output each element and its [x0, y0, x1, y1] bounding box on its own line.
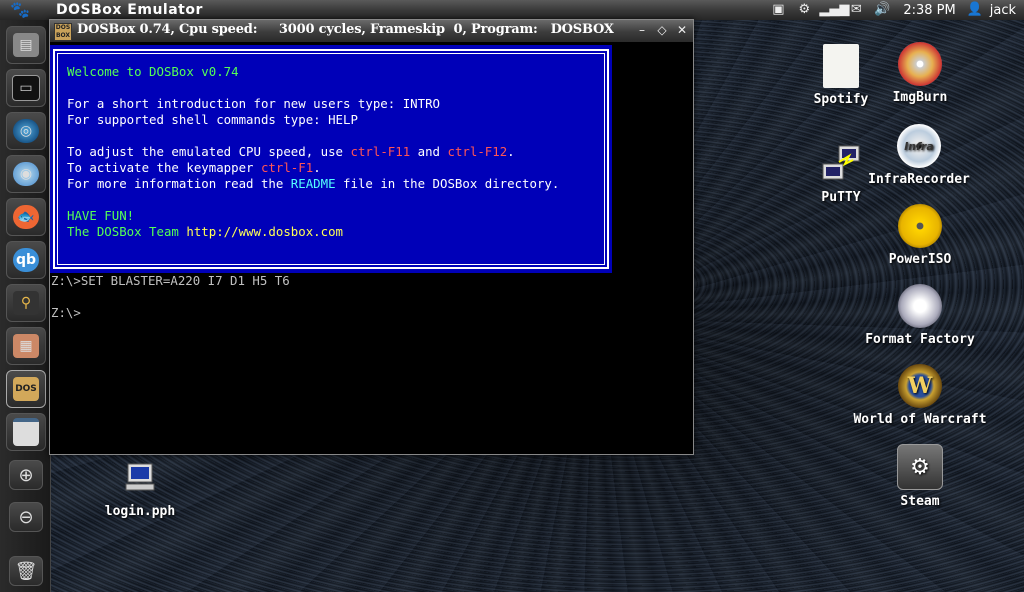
putty-computers-icon	[819, 142, 863, 186]
help-line: For supported shell commands type: HELP	[67, 112, 358, 127]
steam-desktop-icon[interactable]: ⚙ Steam	[880, 444, 960, 509]
files-launcher-icon[interactable]: ▤	[6, 26, 46, 64]
yellow-disc-icon	[898, 204, 942, 248]
window-launcher-icon[interactable]	[6, 413, 46, 451]
software-center-launcher-icon[interactable]: ▦	[6, 327, 46, 365]
trash-icon[interactable]: 🗑	[9, 556, 43, 586]
warcraft-logo-icon: W	[898, 364, 942, 408]
readme-line: For more information read the README fil…	[67, 176, 560, 191]
minimize-icon[interactable]: –	[635, 23, 649, 37]
computer-file-icon	[118, 456, 162, 500]
zoom-out-icon[interactable]: ⊖	[9, 502, 43, 532]
infrarecorder-desktop-icon[interactable]: Infra InfraRecorder	[862, 124, 976, 187]
console-command-line: Z:\>SET BLASTER=A220 I7 D1 H5 T6	[51, 273, 290, 288]
terminal-launcher-icon[interactable]: ▭	[6, 69, 46, 107]
launcher-bar: ▤ ▭ ◎ ◉ 🐟 qb ⚲ ▦ DOS ⊕ ⊖ 🗑	[0, 20, 51, 592]
volume-icon[interactable]: 🔊	[871, 2, 893, 18]
dosbox-app-icon: DOS BOX	[54, 23, 72, 41]
window-titlebar[interactable]: DOS BOX DOSBox 0.74, Cpu speed: 3000 cycl…	[50, 20, 693, 42]
login-pph-desktop-icon[interactable]: login.pph	[104, 456, 176, 519]
welcome-line: Welcome to DOSBox v0.74	[67, 64, 239, 79]
dos-console[interactable]: Welcome to DOSBox v0.74 For a short intr…	[50, 42, 693, 454]
keymapper-line: To activate the keymapper ctrl-F1.	[67, 160, 321, 175]
network-manager-icon[interactable]: ⚙	[793, 2, 815, 18]
fish-launcher-icon[interactable]: 🐟	[6, 198, 46, 236]
window-icon[interactable]: ▣	[767, 2, 789, 18]
imgburn-desktop-icon[interactable]: ImgBurn	[880, 42, 960, 105]
intro-line: For a short introduction for new users t…	[67, 96, 440, 111]
user-icon[interactable]: 👤	[964, 2, 986, 18]
user-name[interactable]: jack	[990, 3, 1016, 18]
welcome-box: Welcome to DOSBox v0.74 For a short intr…	[50, 45, 612, 273]
infra-disc-icon: Infra	[897, 124, 941, 168]
cpu-speed-line: To adjust the emulated CPU speed, use ct…	[67, 144, 515, 159]
disc-fire-icon	[898, 42, 942, 86]
poweriso-desktop-icon[interactable]: PowerISO	[880, 204, 960, 267]
dosbox-launcher-icon[interactable]: DOS	[6, 370, 46, 408]
top-panel: 🐾 DOSBox Emulator ▣ ⚙ ▂▄▆ ✉ 🔊 2:38 PM 👤 …	[0, 0, 1024, 20]
window-title: DOSBox 0.74, Cpu speed: 3000 cycles, Fra…	[77, 22, 614, 37]
active-app-title: DOSBox Emulator	[56, 2, 203, 18]
spotify-desktop-icon[interactable]: Spotify	[810, 44, 872, 107]
have-fun-line: HAVE FUN!	[67, 208, 135, 223]
binoculars-launcher-icon[interactable]: ⚲	[6, 284, 46, 322]
signal-strength-icon[interactable]: ▂▄▆	[819, 2, 849, 18]
clock[interactable]: 2:38 PM	[903, 3, 955, 18]
qbittorrent-launcher-icon[interactable]: qb	[6, 241, 46, 279]
chromium-launcher-icon[interactable]: ◉	[6, 155, 46, 193]
maximize-icon[interactable]: ◇	[655, 23, 669, 37]
console-prompt[interactable]: Z:\>	[51, 305, 81, 321]
steam-logo-icon: ⚙	[897, 444, 943, 490]
mail-icon[interactable]: ✉	[845, 2, 867, 18]
close-icon[interactable]: ✕	[675, 23, 689, 37]
document-icon	[823, 44, 859, 88]
dosbox-team-line: The DOSBox Team http://www.dosbox.com	[67, 224, 344, 239]
browser-launcher-icon[interactable]: ◎	[6, 112, 46, 150]
format-factory-icon	[898, 284, 942, 328]
gnome-foot-icon[interactable]: 🐾	[10, 1, 36, 19]
world-of-warcraft-desktop-icon[interactable]: W World of Warcraft	[848, 364, 992, 427]
zoom-in-icon[interactable]: ⊕	[9, 460, 43, 490]
format-factory-desktop-icon[interactable]: Format Factory	[860, 284, 980, 347]
system-tray: ▣ ⚙ ▂▄▆ ✉ 🔊 2:38 PM 👤 jack	[767, 0, 1024, 20]
dosbox-window[interactable]: DOS BOX DOSBox 0.74, Cpu speed: 3000 cycl…	[49, 19, 694, 455]
